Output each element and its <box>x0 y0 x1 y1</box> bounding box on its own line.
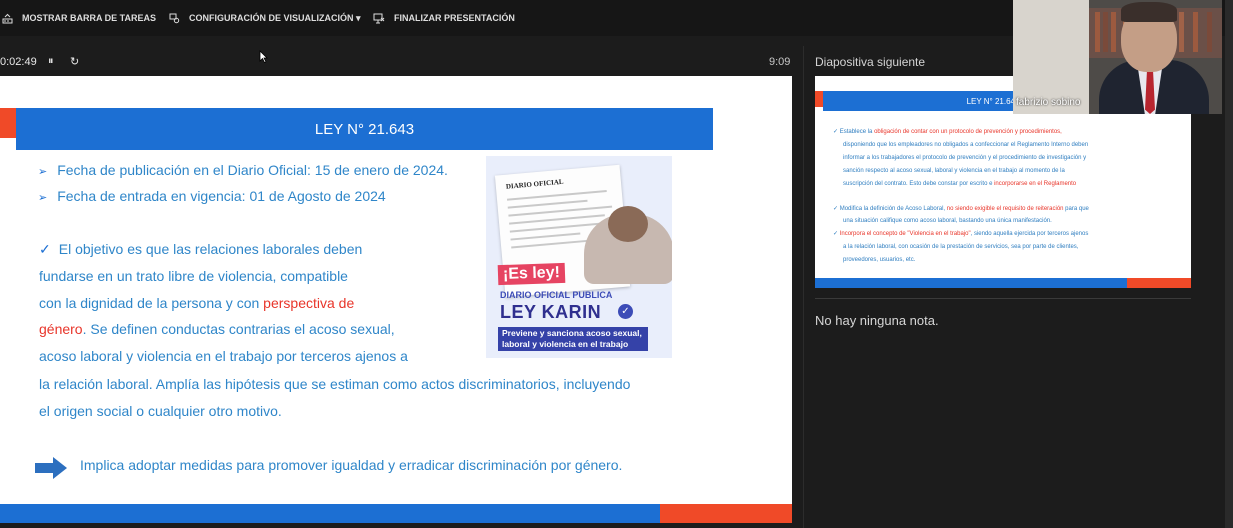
doc-title: DIARIO OFICIAL <box>505 177 564 191</box>
thumb-line-1: ✓ Establece la obligación de contar con … <box>833 128 1062 136</box>
arrow-bullet-icon: ➢ <box>38 166 48 178</box>
slide-highlight-genero: género <box>39 321 83 337</box>
slide-bullet-2: ➢ Fecha de entrada en vigencia: 01 de Ago… <box>38 188 386 204</box>
panel-divider[interactable] <box>803 46 804 528</box>
thumb-line-6: ✓ Modifica la definición de Acoso Labora… <box>833 205 1089 213</box>
clock: 9:09 <box>769 56 791 68</box>
slide-paragraph-text-3a: con la dignidad de la persona y con <box>39 295 264 311</box>
slide-red-accent <box>0 108 16 138</box>
right-edge <box>1225 0 1233 528</box>
thumb-line-7: una situación califique como acoso labor… <box>843 218 1052 224</box>
arrow-bullet-icon: ➢ <box>38 192 48 204</box>
slide-paragraph-text-4b: . Se definen conductas contrarias el aco… <box>82 321 395 337</box>
thumb-blue-footer <box>815 278 1127 288</box>
thumb-red-footer <box>1127 278 1191 288</box>
thumb-line-3: informar a los trabajadores el protocolo… <box>843 155 1087 161</box>
show-taskbar-label: MOSTRAR BARRA DE TAREAS <box>22 13 156 23</box>
slide-paragraph-text-1: El objetivo es que las relaciones labora… <box>58 241 363 257</box>
speaker-hair <box>1121 2 1177 22</box>
pause-button[interactable]: ⏸ <box>48 55 54 68</box>
slide-red-footer <box>660 504 792 523</box>
es-ley-banner: ¡Es ley! <box>497 262 566 286</box>
slide-paragraph-line-4: género. Se definen conductas contrarias … <box>39 321 395 337</box>
display-settings-label: CONFIGURACIÓN DE VISUALIZACIÓN ▾ <box>189 12 361 23</box>
taskbar-icon <box>2 13 13 23</box>
slide-paragraph-line-2: fundarse en un trato libre de violencia,… <box>39 268 348 284</box>
elapsed-timer: 0:02:49 <box>0 56 37 68</box>
ley-karin-title: LEY KARIN <box>500 302 602 322</box>
thumb-text: ✓ Establece la <box>833 129 875 135</box>
slide-blue-footer <box>0 504 660 523</box>
previene-caption: Previene y sanciona acoso sexual, labora… <box>498 327 648 351</box>
thumb-line-8: ✓ Incorpora el concepto de "Violencia en… <box>833 230 1088 238</box>
people-photo-head <box>608 206 648 242</box>
diario-oficial-publica: DIARIO OFICIAL PUBLICA <box>500 290 613 300</box>
thumb-line-9: a la relación laboral, con ocasión de la… <box>843 244 1079 250</box>
thumb-highlight: incorporarse en el Reglamento <box>994 181 1077 187</box>
slide-paragraph-line-1: ✓ El objetivo es que las relaciones labor… <box>39 241 362 258</box>
slide-bullet-2-text: Fecha de entrada en vigencia: 01 de Agos… <box>57 188 386 204</box>
thumb-text: suscripción del contrato. Esto debe cons… <box>843 181 995 187</box>
slide-bullet-1: ➢ Fecha de publicación en el Diario Ofici… <box>38 162 448 178</box>
display-settings-button[interactable]: CONFIGURACIÓN DE VISUALIZACIÓN ▾ <box>169 11 361 25</box>
thumb-line-10: proveedores, usuarios, etc. <box>843 257 916 263</box>
webcam-video[interactable]: fabrizio sobino <box>1013 0 1222 114</box>
end-show-icon <box>373 13 385 23</box>
slide-highlight-perspectiva: perspectiva de <box>263 295 355 311</box>
thumb-text: , siendo aquella ejercida por terceros a… <box>970 231 1089 237</box>
thumb-highlight: Incorpora el concepto de "Violencia en e… <box>839 231 971 237</box>
mouse-cursor-icon <box>259 50 268 63</box>
check-icon: ✓ <box>39 241 51 257</box>
thumb-line-5: suscripción del contrato. Esto debe cons… <box>843 180 1076 188</box>
thumb-highlight: obligación de contar con un protocolo de… <box>874 129 1062 135</box>
slide-paragraph-line-5: acoso laboral y violencia en el trabajo … <box>39 348 408 364</box>
right-arrow-icon <box>35 457 67 479</box>
ley-karin-image: DIARIO OFICIAL ¡Es ley! DIARIO OFICIAL P… <box>486 156 672 358</box>
next-slide-label: Diapositiva siguiente <box>815 55 926 69</box>
show-taskbar-button[interactable]: MOSTRAR BARRA DE TAREAS <box>2 11 156 25</box>
speaker-notes[interactable]: No hay ninguna nota. <box>815 313 939 328</box>
thumb-text: ✓ Modifica la definición de Acoso Labora… <box>833 206 947 212</box>
slide-paragraph-line-6: la relación laboral. Amplía las hipótesi… <box>39 376 631 392</box>
slide-bullet-1-text: Fecha de publicación en el Diario Oficia… <box>57 162 448 178</box>
end-presentation-label: FINALIZAR PRESENTACIÓN <box>394 13 515 23</box>
current-slide[interactable]: LEY N° 21.643 ➢ Fecha de publicación en e… <box>0 76 792 523</box>
thumb-line-2: disponiendo que los empleadores no oblig… <box>843 142 1089 148</box>
thumb-text: para que <box>1063 206 1089 212</box>
end-presentation-button[interactable]: FINALIZAR PRESENTACIÓN <box>373 11 515 25</box>
restart-button[interactable]: ↻ <box>70 55 79 68</box>
thumb-red-accent <box>815 91 823 107</box>
thumb-highlight: no siendo exigible el requisito de reite… <box>946 206 1064 212</box>
presenter-view: MOSTRAR BARRA DE TAREAS CONFIGURACIÓN DE… <box>0 0 1233 528</box>
slide-paragraph-line-7: el origen social o cualquier otro motivo… <box>39 403 282 419</box>
slide-title: LEY N° 21.643 <box>16 108 713 150</box>
check-circle-icon: ✓ <box>618 304 633 319</box>
thumb-line-4: sanción respecto al acoso sexual, labora… <box>843 168 1065 174</box>
display-settings-icon <box>169 13 180 23</box>
slide-conclusion: Implica adoptar medidas para promover ig… <box>80 457 623 473</box>
notes-divider[interactable] <box>815 298 1191 299</box>
participant-name: fabrizio sobino <box>1016 97 1081 108</box>
slide-paragraph-line-3: con la dignidad de la persona y con pers… <box>39 295 354 311</box>
thumb-text: ✓ <box>833 231 840 237</box>
